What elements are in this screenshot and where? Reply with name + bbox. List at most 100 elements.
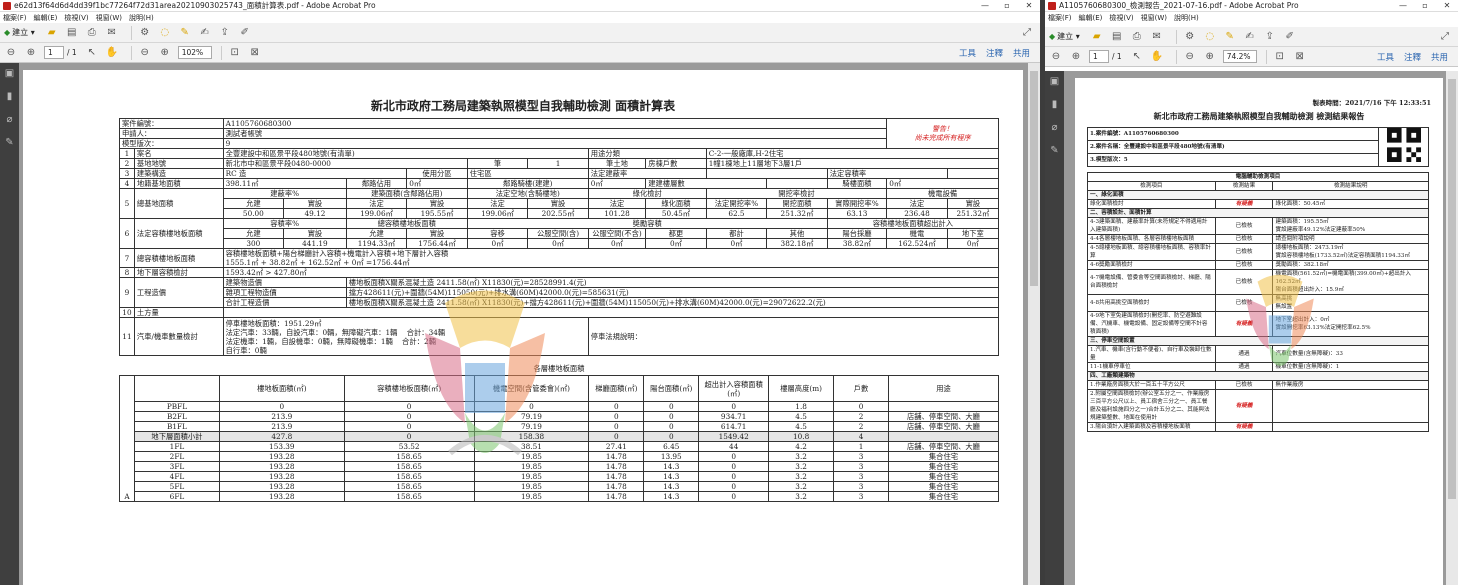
tools-link[interactable]: 工具 bbox=[1377, 51, 1394, 63]
attachment-icon[interactable]: ⌀ bbox=[4, 114, 15, 125]
create-button[interactable]: ◆ 建立 ▾ bbox=[4, 27, 35, 38]
bookmark-icon[interactable]: ▮ bbox=[4, 91, 15, 102]
close-icon[interactable]: ✕ bbox=[1018, 1, 1040, 10]
email-icon[interactable]: ✉ bbox=[105, 26, 119, 40]
pages-icon[interactable]: ▣ bbox=[4, 68, 15, 79]
open-folder-icon[interactable]: ▰ bbox=[45, 26, 59, 40]
menu-file[interactable]: 檔案(F) bbox=[3, 13, 27, 23]
menu-edit[interactable]: 編輯(E) bbox=[34, 13, 58, 23]
menu-window[interactable]: 視窗(W) bbox=[1141, 13, 1167, 23]
page-number-input[interactable]: 1 bbox=[1089, 50, 1109, 63]
maximize-icon[interactable]: ▫ bbox=[996, 1, 1018, 10]
signature-icon[interactable]: ✎ bbox=[1049, 145, 1060, 156]
pages-icon[interactable]: ▣ bbox=[1049, 76, 1060, 87]
select-cursor-icon[interactable]: ↖ bbox=[1130, 50, 1144, 64]
zoom-select[interactable]: 102% bbox=[177, 46, 212, 59]
print-icon[interactable]: ⎙ bbox=[85, 26, 99, 40]
comment-icon[interactable]: ◌ bbox=[1203, 30, 1217, 44]
save-icon[interactable]: ▤ bbox=[1110, 30, 1124, 44]
menu-edit[interactable]: 編輯(E) bbox=[1079, 13, 1103, 23]
left-nav-toolbar: ⊖ ⊕ 1 / 1 ↖ ✋ ⊖ ⊕ 102% ⊡ ⊠ 工具 注釋 共用 bbox=[0, 43, 1040, 63]
minimize-icon[interactable]: — bbox=[974, 1, 996, 10]
create-icon: ◆ bbox=[4, 28, 11, 37]
left-document-area[interactable]: ▣ ▮ ⌀ ✎ 新北市政府工務局建築執照模型自我輔助檢測 面積計算表 案件編號：… bbox=[0, 63, 1040, 585]
r6-value-cell: 0㎡ bbox=[527, 238, 589, 249]
use-value: C-2-一般廠庫,H-2住宅 bbox=[705, 148, 1000, 159]
r10-label: 土方量 bbox=[133, 307, 224, 318]
close-icon[interactable]: ✕ bbox=[1436, 1, 1458, 10]
attachment-icon[interactable]: ⌀ bbox=[1049, 122, 1060, 133]
floor-value-cell: 集合住宅 bbox=[887, 451, 1000, 462]
comment-link[interactable]: 注釋 bbox=[1404, 51, 1421, 63]
minimize-icon[interactable]: — bbox=[1392, 1, 1414, 10]
full-screen-icon[interactable]: ⊠ bbox=[1293, 50, 1307, 64]
report-desc: 總樓地板面積：2473.19㎡ 實設容積樓地板(1733.52㎡)法定容積面積1… bbox=[1272, 243, 1429, 261]
r6-subheader-cell: 機電 bbox=[886, 228, 948, 239]
maximize-icon[interactable]: ▫ bbox=[1414, 1, 1436, 10]
left-scrollbar[interactable] bbox=[1028, 63, 1040, 585]
legal-coverage-label: 法定建蔽率 bbox=[587, 168, 707, 179]
zoom-out-icon[interactable]: ⊖ bbox=[1183, 50, 1197, 64]
next-page-icon[interactable]: ⊕ bbox=[1069, 50, 1083, 64]
signature-icon[interactable]: ✎ bbox=[4, 137, 15, 148]
menu-help[interactable]: 說明(H) bbox=[129, 13, 154, 23]
right-scroll-thumb[interactable] bbox=[1448, 79, 1456, 499]
fit-page-icon[interactable]: ⊡ bbox=[1273, 50, 1287, 64]
r6-subheader-cell: 公服空間(含) bbox=[527, 228, 589, 239]
sign-icon[interactable]: ✐ bbox=[1283, 30, 1297, 44]
next-page-icon[interactable]: ⊕ bbox=[24, 46, 38, 60]
share-link[interactable]: 共用 bbox=[1431, 51, 1448, 63]
zoom-in-icon[interactable]: ⊕ bbox=[158, 46, 172, 60]
comment-link[interactable]: 注釋 bbox=[986, 47, 1003, 59]
full-screen-icon[interactable]: ⊠ bbox=[248, 46, 262, 60]
prev-page-icon[interactable]: ⊖ bbox=[4, 46, 18, 60]
r6-value-cell: 300 bbox=[222, 238, 285, 249]
expand-icon[interactable]: ⤢ bbox=[1020, 26, 1034, 40]
prev-page-icon[interactable]: ⊖ bbox=[1049, 50, 1063, 64]
select-cursor-icon[interactable]: ↖ bbox=[85, 46, 99, 60]
hand-tool-icon[interactable]: ✋ bbox=[105, 46, 119, 60]
zoom-in-icon[interactable]: ⊕ bbox=[1203, 50, 1217, 64]
right-document-area[interactable]: ▣ ▮ ⌀ ✎ 製表時間：2021/7/16 下午 12:33:51 新北市政府… bbox=[1045, 71, 1458, 585]
floor-value-cell: 3 bbox=[833, 451, 889, 462]
zoom-out-icon[interactable]: ⊖ bbox=[138, 46, 152, 60]
menu-view[interactable]: 檢視(V) bbox=[64, 13, 88, 23]
report-header-row: 檢測項目 檢測結果 檢測結果說明 bbox=[1087, 181, 1429, 191]
fit-page-icon[interactable]: ⊡ bbox=[228, 46, 242, 60]
open-folder-icon[interactable]: ▰ bbox=[1090, 30, 1104, 44]
menu-view[interactable]: 檢視(V) bbox=[1109, 13, 1133, 23]
floor-value-cell: 153.39 bbox=[218, 441, 345, 452]
highlight-icon[interactable]: ✍ bbox=[1243, 30, 1257, 44]
row-num: 1 bbox=[119, 148, 135, 159]
row-num: 5 bbox=[119, 188, 135, 219]
sign-icon[interactable]: ✐ bbox=[238, 26, 252, 40]
settings-icon[interactable]: ⚙ bbox=[1183, 30, 1197, 44]
report-item: 3.陽台須計入建築面積及容積樓地板面積 bbox=[1087, 422, 1216, 432]
share-link[interactable]: 共用 bbox=[1013, 47, 1030, 59]
stamp-icon[interactable]: ✎ bbox=[1223, 30, 1237, 44]
print-icon[interactable]: ⎙ bbox=[1130, 30, 1144, 44]
expand-icon[interactable]: ⤢ bbox=[1438, 30, 1452, 44]
save-icon[interactable]: ▤ bbox=[65, 26, 79, 40]
email-icon[interactable]: ✉ bbox=[1150, 30, 1164, 44]
menu-help[interactable]: 說明(H) bbox=[1174, 13, 1199, 23]
r4-c-label: 建建樓層數 bbox=[645, 178, 768, 189]
tools-link[interactable]: 工具 bbox=[959, 47, 976, 59]
highlight-icon[interactable]: ✍ bbox=[198, 26, 212, 40]
menu-file[interactable]: 檔案(F) bbox=[1048, 13, 1072, 23]
create-button[interactable]: ◆ 建立 ▾ bbox=[1049, 31, 1080, 42]
right-scrollbar[interactable] bbox=[1446, 71, 1458, 585]
share-icon[interactable]: ⇪ bbox=[1263, 30, 1277, 44]
menu-window[interactable]: 視窗(W) bbox=[96, 13, 122, 23]
settings-icon[interactable]: ⚙ bbox=[138, 26, 152, 40]
r5-subheader-cell: 法定開挖率% bbox=[705, 198, 768, 209]
left-scroll-thumb[interactable] bbox=[1030, 71, 1038, 286]
zoom-select[interactable]: 74.2% bbox=[1222, 50, 1257, 63]
comment-icon[interactable]: ◌ bbox=[158, 26, 172, 40]
share-icon[interactable]: ⇪ bbox=[218, 26, 232, 40]
floor-name-cell: 5FL bbox=[133, 481, 220, 492]
stamp-icon[interactable]: ✎ bbox=[178, 26, 192, 40]
bookmark-icon[interactable]: ▮ bbox=[1049, 99, 1060, 110]
hand-tool-icon[interactable]: ✋ bbox=[1150, 50, 1164, 64]
page-number-input[interactable]: 1 bbox=[44, 46, 64, 59]
